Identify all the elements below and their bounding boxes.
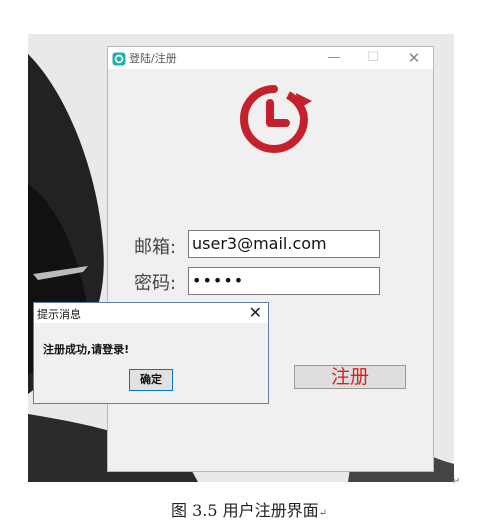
register-button[interactable]: 注册 (294, 365, 406, 389)
figure-caption: 图 3.5 用户注册界面↵ (0, 497, 498, 521)
paragraph-mark-icon: ↵ (452, 476, 461, 487)
ok-button[interactable]: 确定 (129, 369, 173, 391)
clock-refresh-logo-icon (230, 79, 318, 157)
window-titlebar: 登陆/注册 — ☐ ✕ (108, 47, 433, 69)
email-label: 邮箱: (134, 237, 177, 258)
dialog-title: 提示消息 (37, 308, 81, 321)
password-label: 密码: (134, 273, 177, 294)
close-icon[interactable]: ✕ (400, 49, 428, 67)
paragraph-mark-icon: ↵ (318, 508, 327, 519)
maximize-icon[interactable]: ☐ (359, 49, 387, 67)
minimize-icon[interactable]: — (320, 49, 348, 67)
email-field[interactable]: user3@mail.com (188, 230, 380, 258)
password-field[interactable]: ••••• (188, 267, 380, 295)
close-icon[interactable]: ✕ (249, 303, 262, 323)
dialog-message: 注册成功,请登录! (43, 343, 130, 356)
window-title: 登陆/注册 (129, 52, 177, 65)
message-dialog: 提示消息 ✕ 注册成功,请登录! 确定 (33, 302, 269, 404)
caption-text: 图 3.5 用户注册界面 (170, 501, 319, 520)
login-register-window: 登陆/注册 — ☐ ✕ 邮箱: user3@mail.com 密码: •••••… (107, 46, 434, 472)
app-icon (112, 51, 126, 66)
dialog-titlebar: 提示消息 ✕ (34, 303, 268, 323)
